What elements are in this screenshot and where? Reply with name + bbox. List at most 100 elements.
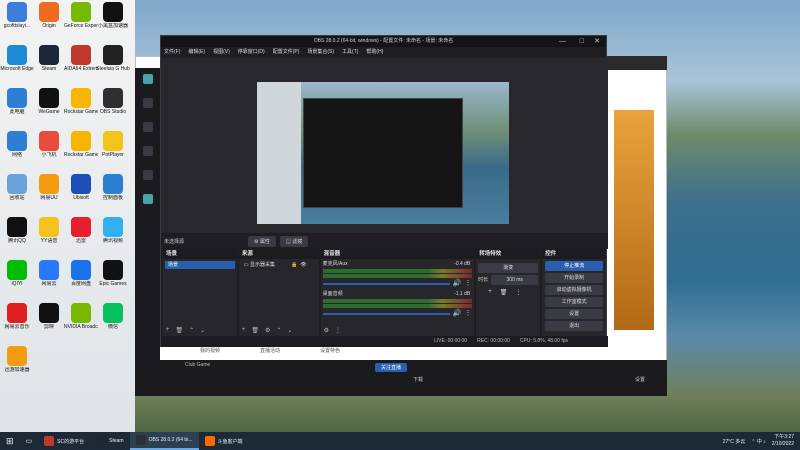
desktop-icon[interactable]: 腾讯QQ bbox=[0, 217, 34, 257]
menu-item[interactable]: 停靠窗口(D) bbox=[238, 47, 265, 58]
volume-slider[interactable] bbox=[322, 283, 450, 285]
visibility-icon[interactable]: 👁 bbox=[300, 261, 306, 269]
menu-item[interactable]: 配置文件(P) bbox=[273, 47, 300, 58]
menu-item[interactable]: 工具(T) bbox=[342, 47, 358, 58]
desktop-icon[interactable]: GeForce Experience bbox=[64, 2, 98, 42]
close-icon[interactable]: ✕ bbox=[594, 36, 600, 47]
sidebar-tool-icon[interactable] bbox=[142, 170, 153, 180]
taskbar-app[interactable]: 斗鱼客户端 bbox=[199, 432, 249, 450]
properties-button[interactable]: ⚙ 属性 bbox=[248, 235, 276, 247]
remove-scene-icon[interactable]: 🗑 bbox=[176, 327, 184, 334]
clock[interactable]: 下午3:27 2/10/2022 bbox=[772, 434, 794, 448]
menu-item[interactable]: 场景集合(S) bbox=[307, 47, 334, 58]
add-transition-icon[interactable]: + bbox=[488, 289, 492, 296]
bg-footer-link-2[interactable]: 直播活动 bbox=[260, 347, 280, 354]
task-view-icon[interactable]: ▭ bbox=[20, 432, 39, 450]
desktop-icon[interactable]: Steam bbox=[32, 45, 66, 85]
remove-source-icon[interactable]: 🗑 bbox=[251, 327, 259, 334]
desktop-icon[interactable]: 控制面板 bbox=[96, 174, 130, 214]
sidebar-tool-icon[interactable] bbox=[142, 194, 153, 204]
weather-widget[interactable]: 27°C 多云 bbox=[723, 438, 746, 445]
desktop-icon[interactable]: 剪映 bbox=[32, 303, 66, 343]
desktop-icon[interactable]: 百度网盘 bbox=[64, 260, 98, 300]
desktop-icon[interactable]: OBS Studio bbox=[96, 88, 130, 128]
taskbar-app[interactable]: Steam bbox=[90, 432, 129, 450]
desktop-icon[interactable]: Steelsia G Hub bbox=[96, 45, 130, 85]
mixer-more-icon[interactable]: ⋮ bbox=[335, 327, 341, 334]
desktop-icon[interactable]: 此电脑 bbox=[0, 88, 34, 128]
desktop-icon[interactable]: Origin bbox=[32, 2, 66, 42]
menu-item[interactable]: 帮助(H) bbox=[366, 47, 383, 58]
desktop-icon[interactable]: 小黑盒加速器 bbox=[96, 2, 130, 42]
mixer-settings-icon[interactable]: ⚙ bbox=[324, 327, 329, 334]
desktop-icon[interactable]: Epic Games bbox=[96, 260, 130, 300]
control-button[interactable]: 工作室模式 bbox=[545, 297, 603, 307]
desktop-icon[interactable]: 回收站 bbox=[0, 174, 34, 214]
desktop-icon[interactable]: 腾讯视频 bbox=[96, 217, 130, 257]
menu-item[interactable]: 文件(F) bbox=[164, 47, 180, 58]
source-item[interactable]: ▭ 显示器采集 👁 🔒 bbox=[241, 261, 317, 269]
desktop-icon[interactable]: WeGame bbox=[32, 88, 66, 128]
taskbar-app[interactable]: SC的游平台 bbox=[38, 432, 90, 450]
desktop-icon[interactable]: iQIYI bbox=[0, 260, 34, 300]
desktop-icon[interactable]: Rockstar Games bbox=[64, 131, 98, 171]
desktop-icon[interactable]: 网易UU bbox=[32, 174, 66, 214]
transition-select[interactable]: 渐变 bbox=[478, 263, 539, 273]
minimize-icon[interactable]: — bbox=[559, 36, 566, 47]
desktop-icon[interactable]: 微信 bbox=[96, 303, 130, 343]
desktop-icon[interactable]: NVIDIA Broadcast bbox=[64, 303, 98, 343]
duration-input[interactable]: 300 ms bbox=[491, 275, 539, 285]
bg-footer-link-3[interactable]: 设置特色 bbox=[320, 347, 340, 354]
lock-icon[interactable]: 🔒 bbox=[291, 261, 297, 269]
add-scene-icon[interactable]: + bbox=[166, 327, 170, 334]
move-down-icon[interactable]: ⌄ bbox=[200, 327, 205, 334]
control-button[interactable]: 停止推流 bbox=[545, 261, 603, 271]
channel-more-icon[interactable]: ⋮ bbox=[465, 279, 472, 287]
desktop-icon[interactable]: Ubisoft bbox=[64, 174, 98, 214]
desktop-icon[interactable]: 迅雷 bbox=[64, 217, 98, 257]
bg-footer-link-1[interactable]: 我的视频 bbox=[200, 347, 220, 354]
desktop-icon[interactable]: PotPlayer bbox=[96, 131, 130, 171]
transition-more-icon[interactable]: ⋮ bbox=[515, 289, 521, 296]
channel-more-icon[interactable]: ⋮ bbox=[465, 309, 472, 317]
obs-preview-area[interactable] bbox=[161, 58, 608, 233]
desktop-icon[interactable]: 迅游加速器 bbox=[0, 346, 34, 386]
sidebar-tool-icon[interactable] bbox=[142, 98, 153, 108]
control-button[interactable]: 启动虚拟摄像机 bbox=[545, 285, 603, 295]
sidebar-tool-icon[interactable] bbox=[142, 74, 153, 84]
desktop-icon[interactable]: 网易云音乐 bbox=[0, 303, 34, 343]
move-up-icon[interactable]: ⌃ bbox=[189, 327, 194, 334]
move-up-icon[interactable]: ⌃ bbox=[276, 327, 281, 334]
add-source-icon[interactable]: + bbox=[242, 327, 246, 334]
desktop-icon[interactable]: Microsoft Edge bbox=[0, 45, 34, 85]
desktop-icon[interactable]: gcofttslayi... bbox=[0, 2, 34, 42]
menu-item[interactable]: 编辑(E) bbox=[188, 47, 205, 58]
desktop-icon[interactable]: YY语音 bbox=[32, 217, 66, 257]
bg-settings-label[interactable]: 设置 bbox=[635, 376, 645, 383]
remove-transition-icon[interactable]: 🗑 bbox=[500, 289, 508, 296]
sidebar-tool-icon[interactable] bbox=[142, 146, 153, 156]
volume-slider[interactable] bbox=[322, 313, 450, 315]
move-down-icon[interactable]: ⌄ bbox=[287, 327, 292, 334]
bg-download-label[interactable]: 下载 bbox=[413, 376, 423, 383]
speaker-icon[interactable]: 🔊 bbox=[453, 279, 462, 287]
sidebar-tool-icon[interactable] bbox=[142, 122, 153, 132]
desktop-icon[interactable]: 小飞机 bbox=[32, 131, 66, 171]
desktop-icon[interactable]: AIDA64 Extreme bbox=[64, 45, 98, 85]
scene-item[interactable]: 场景 bbox=[165, 261, 235, 269]
menu-item[interactable]: 视图(V) bbox=[213, 47, 230, 58]
speaker-icon[interactable]: 🔊 bbox=[453, 309, 462, 317]
desktop-icon[interactable]: Rockstar Games bbox=[64, 88, 98, 128]
taskbar-app[interactable]: OBS 28.0.2 (64 bi... bbox=[129, 432, 199, 450]
control-button[interactable]: 设置 bbox=[545, 309, 603, 319]
desktop-icon[interactable]: 网络 bbox=[0, 131, 34, 171]
tray-icons[interactable]: ⌃ 中 ♪ bbox=[751, 438, 765, 445]
bg-follow-button[interactable]: 关注直播 bbox=[375, 363, 408, 372]
desktop-icon[interactable]: 网易云 bbox=[32, 260, 66, 300]
control-button[interactable]: 退出 bbox=[545, 321, 603, 331]
source-settings-icon[interactable]: ⚙ bbox=[265, 327, 270, 334]
control-button[interactable]: 开始录制 bbox=[545, 273, 603, 283]
preview-canvas[interactable] bbox=[257, 82, 509, 224]
maximize-icon[interactable]: □ bbox=[580, 36, 584, 47]
start-button[interactable]: ⊞ bbox=[0, 432, 20, 450]
